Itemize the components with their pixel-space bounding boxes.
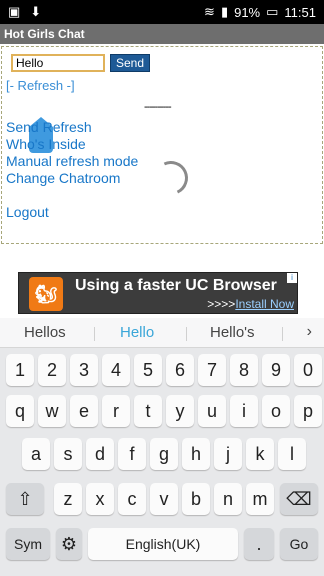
key-7[interactable]: 7 (198, 354, 226, 386)
change-chatroom-link[interactable]: Change Chatroom (6, 170, 120, 186)
wifi-icon: ≋ (204, 4, 215, 19)
key-2[interactable]: 2 (38, 354, 66, 386)
key-5[interactable]: 5 (134, 354, 162, 386)
key-6[interactable]: 6 (166, 354, 194, 386)
download-icon: ⬇ (30, 4, 42, 19)
whos-inside-link[interactable]: Who's Inside (6, 136, 86, 152)
key-y[interactable]: y (166, 395, 194, 427)
suggestion-hellos-apostrophe[interactable]: Hello's (210, 324, 255, 341)
battery-icon: ▭ (266, 4, 279, 19)
shift-icon: ⇧ (17, 489, 33, 509)
period-key[interactable]: . (244, 528, 274, 560)
clock: 11:51 (284, 4, 316, 20)
send-refresh-link[interactable]: Send Refresh (6, 119, 92, 135)
key-h[interactable]: h (182, 438, 210, 470)
chat-frame: Send [- Refresh -] ---------- Send Refre… (1, 46, 323, 244)
key-t[interactable]: t (134, 395, 162, 427)
key-p[interactable]: p (294, 395, 322, 427)
suggestion-bar: Hellos Hello Hello's › (0, 318, 324, 348)
suggestion-separator (186, 327, 187, 341)
manual-refresh-link[interactable]: Manual refresh mode (6, 153, 138, 169)
key-j[interactable]: j (214, 438, 242, 470)
message-input[interactable] (11, 54, 105, 72)
backspace-key[interactable]: ⌫ (280, 483, 318, 515)
backspace-icon: ⌫ (286, 489, 312, 509)
battery-percent: 91% (234, 4, 261, 20)
key-c[interactable]: c (118, 483, 146, 515)
key-z[interactable]: z (54, 483, 82, 515)
space-key[interactable]: English(UK) (88, 528, 238, 560)
ad-subline: >>>>Install Now (207, 297, 294, 311)
send-button[interactable]: Send (110, 54, 150, 72)
ad-info-icon[interactable]: i (287, 273, 297, 283)
key-x[interactable]: x (86, 483, 114, 515)
gear-icon: ⚙ (60, 534, 78, 554)
key-u[interactable]: u (198, 395, 226, 427)
key-a[interactable]: a (22, 438, 50, 470)
more-suggestions-icon[interactable]: › (307, 323, 312, 341)
key-4[interactable]: 4 (102, 354, 130, 386)
key-g[interactable]: g (150, 438, 178, 470)
ad-arrows: >>>> (207, 297, 236, 311)
key-v[interactable]: v (150, 483, 178, 515)
settings-key[interactable]: ⚙ (56, 528, 82, 560)
suggestion-separator (94, 327, 95, 341)
key-3[interactable]: 3 (70, 354, 98, 386)
signal-icon: ▮ (220, 4, 229, 19)
suggestion-hello[interactable]: Hello (120, 324, 154, 341)
install-now-link[interactable]: Install Now (235, 297, 294, 311)
status-bar: ▣ ⬇ ≋ ▮ 91% ▭ 11:51 (0, 0, 324, 24)
key-o[interactable]: o (262, 395, 290, 427)
uc-browser-logo-icon: 🐿 (29, 277, 63, 311)
key-8[interactable]: 8 (230, 354, 258, 386)
key-d[interactable]: d (86, 438, 114, 470)
key-9[interactable]: 9 (262, 354, 290, 386)
key-i[interactable]: i (230, 395, 258, 427)
key-q[interactable]: q (6, 395, 34, 427)
key-m[interactable]: m (246, 483, 274, 515)
status-left: ▣ ⬇ (8, 4, 41, 20)
key-1[interactable]: 1 (6, 354, 34, 386)
key-k[interactable]: k (246, 438, 274, 470)
ad-banner[interactable]: 🐿 Using a faster UC Browser >>>>Install … (18, 272, 298, 314)
refresh-link[interactable]: [- Refresh -] (6, 78, 75, 93)
suggestion-separator (282, 327, 283, 341)
logout-link[interactable]: Logout (6, 204, 49, 220)
status-right: ≋ ▮ 91% ▭ 11:51 (204, 4, 316, 20)
shift-key[interactable]: ⇧ (6, 483, 44, 515)
page-title: Hot Girls Chat (0, 24, 324, 44)
divider: ---------- (144, 101, 172, 113)
sym-key[interactable]: Sym (6, 528, 50, 560)
key-s[interactable]: s (54, 438, 82, 470)
key-b[interactable]: b (182, 483, 210, 515)
ad-title: Using a faster UC Browser (75, 277, 277, 294)
suggestion-hellos[interactable]: Hellos (24, 324, 66, 341)
key-r[interactable]: r (102, 395, 130, 427)
key-w[interactable]: w (38, 395, 66, 427)
go-key[interactable]: Go (280, 528, 318, 560)
key-l[interactable]: l (278, 438, 306, 470)
loading-spinner (149, 156, 193, 200)
key-f[interactable]: f (118, 438, 146, 470)
key-e[interactable]: e (70, 395, 98, 427)
image-notification-icon: ▣ (8, 4, 21, 19)
key-0[interactable]: 0 (294, 354, 322, 386)
key-n[interactable]: n (214, 483, 242, 515)
soft-keyboard: Hellos Hello Hello's › 1 2 3 4 5 6 7 8 9… (0, 318, 324, 576)
